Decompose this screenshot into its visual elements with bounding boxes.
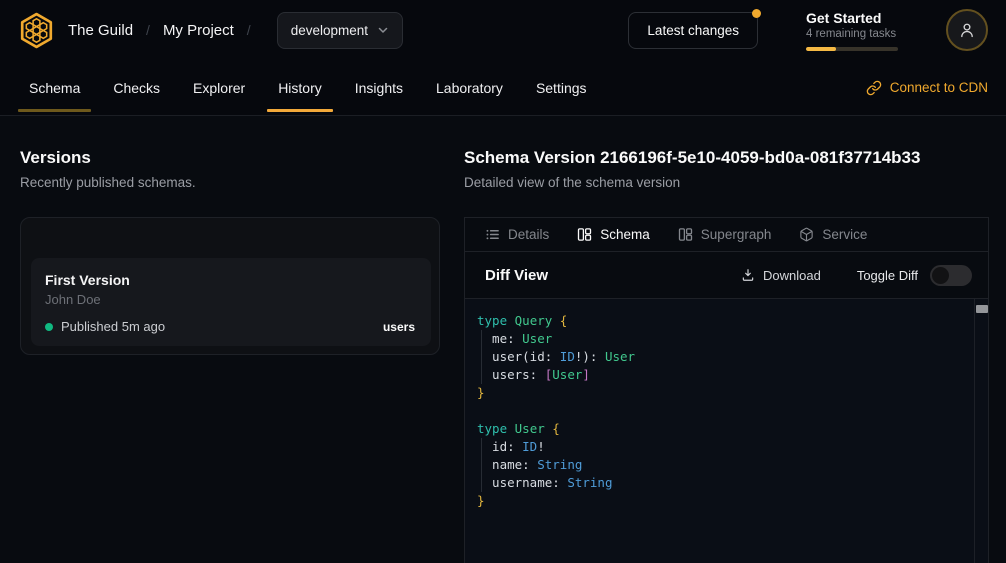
version-status-text: Published 5m ago (61, 319, 165, 334)
nav-tab-label: Settings (536, 80, 587, 96)
version-status-row: Published 5m ago users (45, 319, 415, 334)
schema-version-title: Schema Version 2166196f-5e10-4059-bd0a-0… (464, 148, 989, 168)
code-line: } (477, 384, 988, 402)
get-started-subtitle: 4 remaining tasks (806, 28, 898, 40)
schema-code: type Query { me: User user(id: ID!): Use… (465, 299, 988, 510)
code-line: type Query { (477, 312, 988, 330)
hive-logo-icon[interactable] (18, 12, 55, 49)
list-icon (485, 227, 500, 242)
detail-tab-service[interactable]: Service (799, 227, 867, 242)
published-status-dot (45, 323, 53, 331)
version-service-badge: users (383, 320, 415, 334)
nav-tab-history[interactable]: History (267, 60, 333, 115)
nav-tab-explorer[interactable]: Explorer (182, 60, 256, 115)
code-scrollbar[interactable] (974, 299, 988, 563)
code-line: name: String (477, 456, 988, 474)
nav-tab-label: Laboratory (436, 80, 503, 96)
code-line: } (477, 492, 988, 510)
detail-tabs: Details Schema Supergraph Service (465, 218, 988, 252)
get-started-widget[interactable]: Get Started 4 remaining tasks (806, 10, 898, 51)
toggle-diff-group: Toggle Diff (857, 265, 972, 286)
schema-version-detail-box: Details Schema Supergraph Service Diff View… (464, 217, 989, 563)
cube-icon (799, 227, 814, 242)
download-button[interactable]: Download (741, 268, 821, 283)
schema-version-subtitle: Detailed view of the schema version (464, 175, 989, 190)
breadcrumb-org[interactable]: The Guild (68, 22, 133, 39)
detail-tab-label: Schema (600, 227, 650, 242)
columns-icon (678, 227, 693, 242)
diff-view-title: Diff View (485, 267, 548, 284)
nav-tab-insights[interactable]: Insights (344, 60, 414, 115)
indent-guide (481, 438, 482, 492)
top-header: The Guild / My Project / development Lat… (0, 0, 1006, 60)
toggle-diff-label: Toggle Diff (857, 268, 918, 283)
target-selector-dropdown[interactable]: development (277, 12, 403, 49)
user-avatar[interactable] (946, 9, 988, 51)
code-line: id: ID! (477, 438, 988, 456)
breadcrumb-separator: / (146, 22, 150, 38)
nav-tab-laboratory[interactable]: Laboratory (425, 60, 514, 115)
nav-tab-label: Schema (29, 80, 80, 96)
detail-tab-schema[interactable]: Schema (577, 227, 650, 242)
nav-tab-label: Insights (355, 80, 403, 96)
connect-to-cdn-link[interactable]: Connect to CDN (866, 60, 988, 115)
code-line: me: User (477, 330, 988, 348)
download-label: Download (763, 268, 821, 283)
detail-tab-supergraph[interactable]: Supergraph (678, 227, 772, 242)
nav-tab-label: Checks (113, 80, 160, 96)
get-started-progress-fill (806, 47, 836, 51)
breadcrumb-project[interactable]: My Project (163, 22, 234, 39)
nav-tab-schema[interactable]: Schema (18, 60, 91, 115)
indent-guide (481, 330, 482, 384)
code-line: type User { (477, 420, 988, 438)
latest-changes-button[interactable]: Latest changes (628, 12, 758, 49)
download-icon (741, 268, 755, 282)
breadcrumb: The Guild / My Project / (68, 22, 264, 39)
versions-list-card: First Version John Doe Published 5m ago … (20, 217, 440, 355)
primary-nav-tabs: Schema Checks Explorer History Insights Labor… (18, 60, 609, 115)
versions-subtitle: Recently published schemas. (20, 175, 440, 190)
code-line: users: [User] (477, 366, 988, 384)
header-right-group: Latest changes Get Started 4 remaining t… (628, 9, 988, 51)
get-started-title: Get Started (806, 10, 898, 26)
detail-tab-details[interactable]: Details (485, 227, 549, 242)
person-icon (957, 20, 977, 40)
latest-changes-label: Latest changes (647, 23, 739, 38)
code-scrollbar-thumb[interactable] (976, 305, 988, 313)
toggle-diff-knob (932, 267, 949, 284)
code-line: user(id: ID!): User (477, 348, 988, 366)
schema-version-panel: Schema Version 2166196f-5e10-4059-bd0a-0… (464, 116, 989, 563)
link-icon (866, 80, 882, 96)
nav-tab-checks[interactable]: Checks (102, 60, 171, 115)
detail-tab-label: Details (508, 227, 549, 242)
diff-view-header: Diff View Download Toggle Diff (465, 252, 988, 299)
code-line: username: String (477, 474, 988, 492)
target-selector-value: development (291, 23, 368, 38)
get-started-progressbar (806, 47, 898, 51)
code-line (477, 402, 988, 420)
connect-to-cdn-label: Connect to CDN (890, 80, 988, 95)
breadcrumb-separator: / (247, 22, 251, 38)
versions-panel: Versions Recently published schemas. Fir… (0, 116, 460, 355)
nav-tab-settings[interactable]: Settings (525, 60, 598, 115)
toggle-diff-switch[interactable] (930, 265, 972, 286)
columns-icon (577, 227, 592, 242)
primary-nav: Schema Checks Explorer History Insights Labor… (0, 60, 1006, 116)
detail-tab-label: Service (822, 227, 867, 242)
detail-tab-label: Supergraph (701, 227, 772, 242)
version-list-item[interactable]: First Version John Doe Published 5m ago … (31, 258, 431, 346)
schema-code-viewer: type Query { me: User user(id: ID!): Use… (465, 299, 988, 563)
versions-title: Versions (20, 148, 440, 168)
notification-dot (752, 9, 761, 18)
chevron-down-icon (377, 24, 389, 36)
nav-tab-label: Explorer (193, 80, 245, 96)
nav-tab-label: History (278, 80, 322, 96)
version-name: First Version (45, 272, 415, 288)
version-author: John Doe (45, 292, 415, 307)
